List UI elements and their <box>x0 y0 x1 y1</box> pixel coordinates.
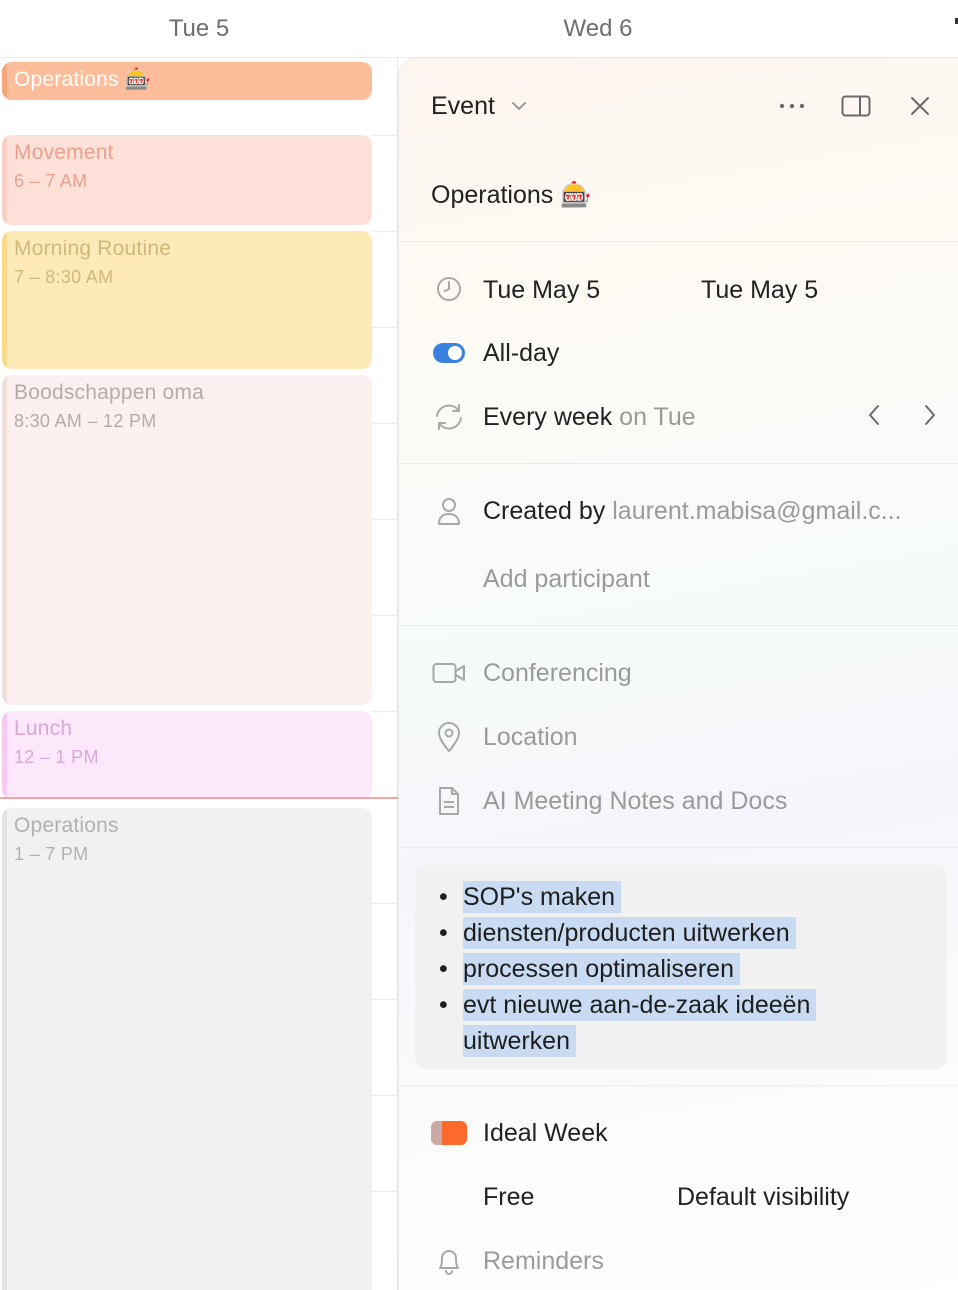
event-color-bar <box>2 62 7 100</box>
calendar-row[interactable]: Ideal Week <box>431 1115 941 1151</box>
event-color-bar <box>2 375 7 705</box>
allday-label: All-day <box>483 338 560 367</box>
event-detail-panel: Event Operations 🎰 Tue May 5 Tue May 5 A… <box>398 58 958 1290</box>
chevron-right-icon[interactable] <box>922 403 938 432</box>
created-by-row: Created by laurent.mabisa@gmail.c... <box>431 493 941 529</box>
calendar-color-swatch <box>431 1115 467 1151</box>
conferencing-label: Conferencing <box>483 658 632 687</box>
sidebar-toggle-icon[interactable] <box>838 89 874 123</box>
person-icon <box>431 493 467 529</box>
section-divider <box>399 847 958 848</box>
event-morning-routine[interactable]: Morning Routine 7 – 8:30 AM <box>2 231 372 369</box>
grid-line <box>372 711 398 712</box>
reminders-label: Reminders <box>483 1246 604 1275</box>
event-title: Movement <box>14 141 114 164</box>
grid-line <box>372 135 398 136</box>
event-title: Operations 🎰 <box>14 68 152 91</box>
event-lunch[interactable]: Lunch 12 – 1 PM <box>2 711 372 799</box>
event-title: Morning Routine <box>14 237 172 260</box>
event-boodschappen-oma[interactable]: Boodschappen oma 8:30 AM – 12 PM <box>2 375 372 705</box>
location-pin-icon <box>431 719 467 755</box>
created-by-label: Created by <box>483 496 606 525</box>
event-color-bar <box>2 711 7 799</box>
start-date[interactable]: Tue May 5 <box>483 276 600 305</box>
location-row[interactable]: Location <box>431 719 941 755</box>
section-divider <box>399 241 958 242</box>
event-title: Operations <box>14 814 119 837</box>
event-time: 6 – 7 AM <box>14 171 88 191</box>
reminders-row[interactable]: Reminders <box>431 1243 941 1279</box>
current-time-indicator <box>0 797 398 799</box>
section-divider <box>399 1085 958 1086</box>
ai-notes-label: AI Meeting Notes and Docs <box>483 786 788 815</box>
panel-header: Event <box>431 89 938 123</box>
video-camera-icon <box>431 655 467 691</box>
recurrence-day: on Tue <box>619 402 696 431</box>
chevron-down-icon[interactable] <box>509 95 531 117</box>
conferencing-row[interactable]: Conferencing <box>431 655 941 691</box>
section-divider <box>399 625 958 626</box>
chevron-left-icon[interactable] <box>866 403 882 432</box>
day-header-tue[interactable]: Tue 5 <box>0 0 398 58</box>
end-date[interactable]: Tue May 5 <box>701 276 818 305</box>
event-color-bar <box>2 231 7 369</box>
created-by-text: Created by laurent.mabisa@gmail.c... <box>483 497 902 526</box>
grid-line <box>372 231 398 232</box>
event-movement[interactable]: Movement 6 – 7 AM <box>2 135 372 225</box>
event-operations[interactable]: Operations 1 – 7 PM <box>2 808 372 1290</box>
grid-line <box>372 327 398 328</box>
bell-icon <box>431 1243 467 1279</box>
creator-email[interactable]: laurent.mabisa@gmail.c... <box>612 497 901 525</box>
event-time: 12 – 1 PM <box>14 747 99 767</box>
recurrence-row[interactable]: Every week on Tue <box>431 399 941 435</box>
event-time: 8:30 AM – 12 PM <box>14 411 157 431</box>
grid-line <box>372 615 398 616</box>
event-time: 7 – 8:30 AM <box>14 267 114 287</box>
day-header-wed[interactable]: Wed 6 <box>398 0 798 58</box>
event-title: Boodschappen oma <box>14 381 205 404</box>
event-color-bar <box>2 135 7 225</box>
calendar-name: Ideal Week <box>483 1118 608 1147</box>
ai-notes-row[interactable]: AI Meeting Notes and Docs <box>431 783 941 819</box>
event-title-field[interactable]: Operations 🎰 <box>431 181 591 210</box>
grid-line <box>372 903 398 904</box>
grid-line <box>372 423 398 424</box>
list-item[interactable]: evt nieuwe aan-de-zaak ideeën <box>439 987 947 1023</box>
close-icon[interactable] <box>902 89 938 123</box>
recurrence-label: Every week on Tue <box>483 403 696 432</box>
allday-row: All-day <box>431 335 941 371</box>
recurrence-nav <box>866 403 938 432</box>
event-title: Lunch <box>14 717 73 740</box>
repeat-icon <box>431 399 467 435</box>
grid-line <box>372 999 398 1000</box>
section-divider <box>399 463 958 464</box>
event-operations-allday[interactable]: Operations 🎰 <box>2 62 372 100</box>
event-time: 1 – 7 PM <box>14 844 89 864</box>
allday-toggle[interactable] <box>431 335 467 371</box>
document-icon <box>431 783 467 819</box>
grid-line <box>372 519 398 520</box>
visibility-selector[interactable]: Default visibility <box>677 1183 849 1212</box>
availability-selector[interactable]: Free <box>483 1183 534 1212</box>
event-type-selector[interactable]: Event <box>431 92 495 121</box>
description-box[interactable]: SOP's maken diensten/producten uitwerken… <box>415 865 947 1069</box>
more-options-icon[interactable] <box>774 89 810 123</box>
add-participant-input[interactable]: Add participant <box>483 565 650 594</box>
notes-list: SOP's maken diensten/producten uitwerken… <box>439 879 947 1059</box>
list-item-continuation[interactable]: uitwerken <box>463 1023 947 1059</box>
clock-icon <box>431 271 467 307</box>
list-item[interactable]: processen optimaliseren <box>439 951 947 987</box>
recurrence-frequency: Every week <box>483 402 613 431</box>
list-item[interactable]: SOP's maken <box>439 879 947 915</box>
grid-line <box>372 1191 398 1192</box>
event-color-bar <box>2 808 7 1290</box>
add-participant-row[interactable]: Add participant <box>431 561 941 597</box>
grid-line <box>372 1095 398 1096</box>
location-label: Location <box>483 722 578 751</box>
list-item[interactable]: diensten/producten uitwerken <box>439 915 947 951</box>
